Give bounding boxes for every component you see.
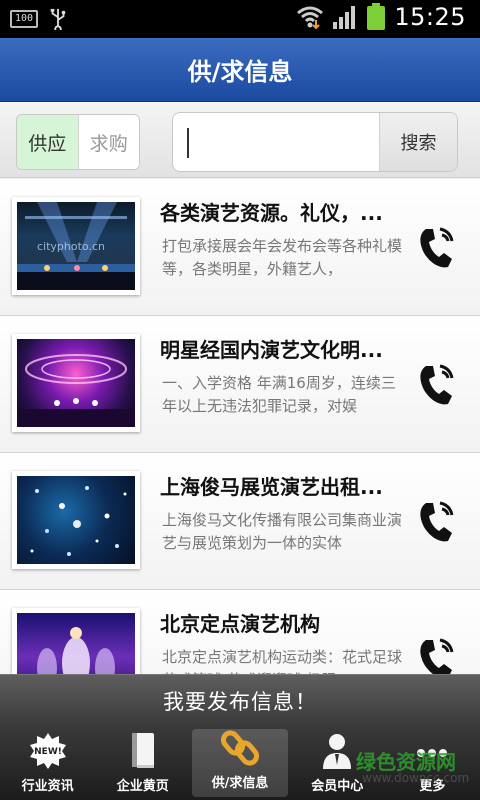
item-description: 上海俊马文化传播有限公司集商业演艺与展览策划为一体的实体 [162,511,403,552]
item-title: 上海俊马展览演艺出租... [160,475,383,499]
publish-info-button[interactable]: 我要发布信息！ [0,674,480,726]
svg-text:NEW!: NEW! [34,747,62,757]
wifi-icon [297,6,324,30]
battery-percent-icon: 100 [10,10,38,28]
signal-icon [333,6,356,29]
tab-supply-demand[interactable]: 供/求信息 [192,728,288,797]
publish-label: 我要发布信息！ [163,689,317,714]
supply-demand-toggle: 供应 求购 [16,114,140,170]
tab-industry-news[interactable]: NEW! 行业资讯 [0,726,95,800]
phone-call-icon[interactable] [416,497,460,545]
filter-bar: 供应 求购 搜索 [0,102,480,178]
search-box: 搜索 [172,112,458,172]
thumbnail: cityphoto.cn [12,197,140,295]
page-title: 供/求信息 [187,58,293,86]
item-description: 打包承接展会年会发布会等各种礼模等，各类明星，外籍艺人， [162,237,403,278]
list-item[interactable]: cityphoto.cn 各类演艺资源。礼仪，... 打包承接展会年会发布会等各… [0,179,480,316]
news-badge-icon: NEW! [28,731,68,771]
book-icon [123,731,163,771]
item-description: 一、入学资格 年满16周岁，连续三年以上无违法犯罪记录，对娱 [162,374,396,415]
thumbnail-watermark: cityphoto.cn [37,240,105,253]
chain-link-icon [220,728,260,768]
site-watermark: 绿色资源网 www.downcc.com [340,746,469,790]
phone-call-icon[interactable] [416,223,460,271]
watermark-url: www.downcc.com [362,771,470,785]
supply-list: cityphoto.cn 各类演艺资源。礼仪，... 打包承接展会年会发布会等各… [0,179,480,727]
item-title: 明星经国内演艺文化明... [160,338,383,362]
tab-label: 供/求信息 [211,776,269,791]
thumbnail-image [17,476,135,564]
item-title: 各类演艺资源。礼仪，... [160,201,383,225]
search-input[interactable] [173,113,379,171]
segment-supply[interactable]: 供应 [17,115,79,169]
text-cursor [187,128,189,158]
thumbnail [12,334,140,432]
search-button[interactable]: 搜索 [379,113,457,171]
thumbnail-image [17,339,135,427]
tab-label: 企业黄页 [116,779,169,794]
battery-icon [367,3,386,30]
phone-call-icon[interactable] [416,360,460,408]
item-title: 北京定点演艺机构 [160,612,320,636]
tab-company-directory[interactable]: 企业黄页 [95,726,190,800]
status-bar: 100 15:25 [0,0,480,38]
usb-icon [50,8,66,30]
segment-demand[interactable]: 求购 [78,115,139,169]
title-bar: 供/求信息 [0,38,480,102]
list-item[interactable]: 上海俊马展览演艺出租... 上海俊马文化传播有限公司集商业演艺与展览策划为一体的… [0,453,480,590]
thumbnail [12,471,140,569]
thumbnail-image: cityphoto.cn [17,202,135,290]
list-item[interactable]: 明星经国内演艺文化明... 一、入学资格 年满16周岁，连续三年以上无违法犯罪记… [0,316,480,453]
clock: 15:25 [394,3,466,31]
tab-label: 行业资讯 [21,779,74,794]
